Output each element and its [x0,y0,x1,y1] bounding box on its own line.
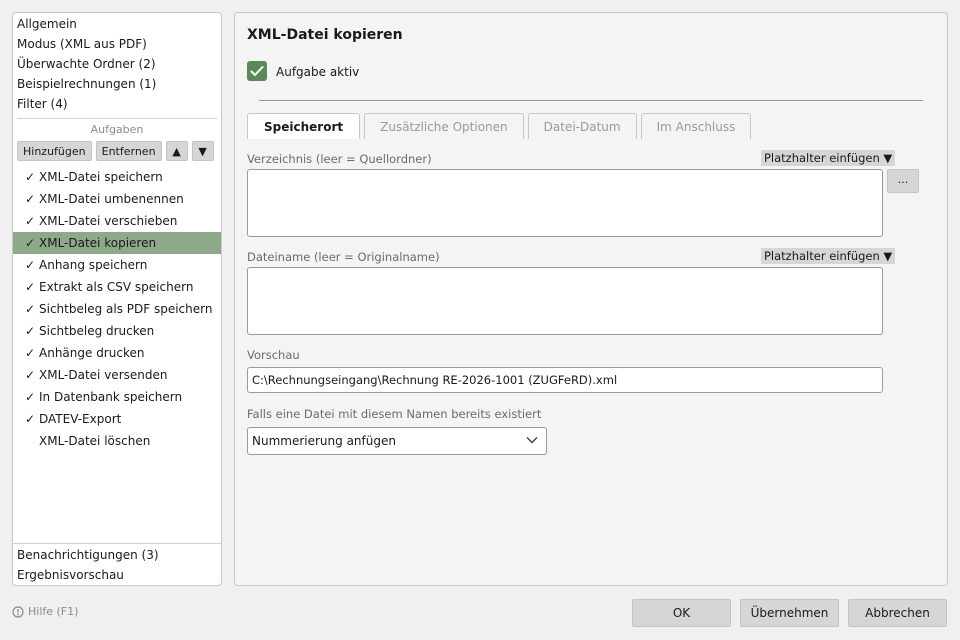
task-label: Sichtbeleg als PDF speichern [39,302,213,316]
move-down-button[interactable]: ▼ [191,141,214,161]
add-task-button[interactable]: Hinzufügen [17,141,92,161]
tasks-heading: Aufgaben [90,123,144,136]
task-label: Sichtbeleg drucken [39,324,155,338]
tab-bar: Speicherort Zusätzliche Optionen Datei-D… [247,113,752,139]
chevron-down-icon [526,437,538,444]
task-label: XML-Datei kopieren [39,236,157,250]
task-label: XML-Datei verschieben [39,214,178,228]
nav-item-watched-folders[interactable]: Überwachte Ordner (2) [13,54,221,74]
filename-placeholder-button[interactable]: Platzhalter einfügen ▼ [761,248,896,264]
task-settings-panel: XML-Datei kopieren Aufgabe aktiv Speiche… [234,12,948,586]
tab-speicherort[interactable]: Speicherort [247,113,361,139]
check-icon: ✓ [25,236,36,250]
task-item[interactable]: ✓ DATEV-Export [13,408,221,430]
directory-label: Verzeichnis (leer = Quellordner) [247,152,432,166]
divider [259,100,923,101]
task-label: In Datenbank speichern [39,390,183,404]
nav-item-result-preview[interactable]: Ergebnisvorschau [13,565,221,585]
nav-item-modus[interactable]: Modus (XML aus PDF) [13,34,221,54]
task-item-selected[interactable]: ✓ XML-Datei kopieren [13,232,221,254]
task-list: ✓ XML-Datei speichern ✓ XML-Datei umbenenn… [13,166,221,452]
ok-button[interactable]: OK [632,599,731,627]
task-label: XML-Datei löschen [39,434,151,448]
task-item[interactable]: ✓ Sichtbeleg drucken [13,320,221,342]
task-active-checkbox[interactable] [247,61,267,81]
task-item[interactable]: ✓ Anhänge drucken [13,342,221,364]
move-up-button[interactable]: ▲ [165,141,188,161]
tab-file-date[interactable]: Datei-Datum [527,113,637,139]
check-icon: ✓ [25,412,36,426]
filename-label: Dateiname (leer = Originalname) [247,250,440,264]
directory-field[interactable] [247,169,883,237]
top-nav: Allgemein Modus (XML aus PDF) Überwachte… [13,13,221,114]
task-item[interactable]: ✓ Sichtbeleg als PDF speichern [13,298,221,320]
help-label: Hilfe (F1) [28,605,79,618]
info-icon [12,605,24,618]
nav-item-filter[interactable]: Filter (4) [13,94,221,114]
bottom-nav: Benachrichtigungen (3) Ergebnisvorschau [13,543,221,585]
check-icon: ✓ [25,368,36,382]
task-label: XML-Datei versenden [39,368,168,382]
check-icon: ✓ [25,170,36,184]
preview-label: Vorschau [247,348,300,362]
help-link[interactable]: Hilfe (F1) [12,605,78,618]
filename-field[interactable] [247,267,883,335]
exists-dropdown[interactable]: Nummerierung anfügen [247,427,547,455]
check-icon: ✓ [25,302,36,316]
task-label: Anhang speichern [39,258,148,272]
check-icon: ✓ [25,346,36,360]
exists-label: Falls eine Datei mit diesem Namen bereit… [247,407,542,421]
task-active-label: Aufgabe aktiv [276,65,360,79]
task-item[interactable]: ✓ Extrakt als CSV speichern [13,276,221,298]
task-item[interactable]: ✓ XML-Datei verschieben [13,210,221,232]
task-toolbar: Hinzufügen Entfernen ▲ ▼ [13,139,221,163]
preview-field[interactable]: C:\Rechnungseingang\Rechnung RE-2026-100… [247,367,883,393]
task-item[interactable]: ✓ In Datenbank speichern [13,386,221,408]
tab-afterwards[interactable]: Im Anschluss [640,113,752,139]
check-icon: ✓ [25,390,36,404]
remove-task-button[interactable]: Entfernen [95,141,162,161]
nav-item-notifications[interactable]: Benachrichtigungen (3) [13,545,221,565]
cancel-button[interactable]: Abbrechen [848,599,947,627]
page-title: XML-Datei kopieren [247,27,403,43]
nav-item-allgemein[interactable]: Allgemein [13,14,221,34]
task-label: XML-Datei speichern [39,170,163,184]
check-icon: ✓ [25,258,36,272]
task-item[interactable]: ✓ XML-Datei versenden [13,364,221,386]
task-item[interactable]: ✓ XML-Datei umbenennen [13,188,221,210]
check-icon: ✓ [25,280,36,294]
task-label: DATEV-Export [39,412,122,426]
check-icon: ✓ [25,192,36,206]
task-label: XML-Datei umbenennen [39,192,184,206]
task-label: Extrakt als CSV speichern [39,280,194,294]
tab-additional-options[interactable]: Zusätzliche Optionen [364,113,524,139]
task-item[interactable]: XML-Datei löschen [13,430,221,452]
settings-sidebar: Allgemein Modus (XML aus PDF) Überwachte… [12,12,222,586]
apply-button[interactable]: Übernehmen [740,599,839,627]
exists-selected-value: Nummerierung anfügen [252,434,396,448]
task-item[interactable]: ✓ Anhang speichern [13,254,221,276]
check-icon: ✓ [25,214,36,228]
check-icon: ✓ [25,324,36,338]
checkmark-icon [250,66,264,76]
browse-button[interactable]: ... [887,169,919,193]
task-label: Anhänge drucken [39,346,145,360]
directory-placeholder-button[interactable]: Platzhalter einfügen ▼ [761,150,896,166]
nav-item-sample-invoices[interactable]: Beispielrechnungen (1) [13,74,221,94]
task-item[interactable]: ✓ XML-Datei speichern [13,166,221,188]
